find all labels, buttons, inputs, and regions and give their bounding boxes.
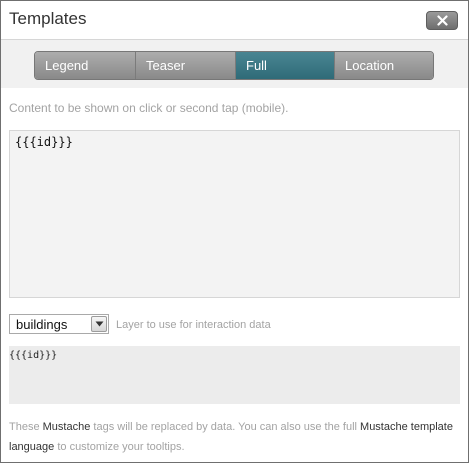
close-button[interactable]	[426, 11, 458, 30]
layer-select-arrow[interactable]	[91, 316, 107, 332]
help-text-part1: These	[9, 421, 43, 433]
layer-select-hint: Layer to use for interaction data	[116, 319, 271, 331]
content-hint: Content to be shown on click or second t…	[9, 101, 289, 115]
layer-select[interactable]: buildings	[9, 314, 109, 334]
tab-location[interactable]: Location	[335, 52, 433, 79]
chevron-down-icon	[95, 321, 104, 327]
tab-full[interactable]: Full	[236, 52, 335, 79]
help-text-part2: tags will be replaced by data. You can a…	[90, 421, 361, 433]
dialog-title: Templates	[9, 9, 87, 28]
templates-dialog: Templates Legend Teaser Full Location Co…	[0, 0, 469, 463]
mustache-link[interactable]: Mustache	[43, 421, 91, 433]
tab-bar-area: Legend Teaser Full Location	[1, 40, 468, 88]
help-text-part3: to customize your tooltips.	[54, 441, 185, 453]
help-text: These Mustache tags will be replaced by …	[9, 417, 459, 457]
tab-teaser[interactable]: Teaser	[136, 52, 236, 79]
layer-select-value: buildings	[16, 317, 68, 332]
tab-legend[interactable]: Legend	[35, 52, 136, 79]
close-icon	[437, 15, 448, 26]
template-tabs: Legend Teaser Full Location	[34, 51, 434, 80]
dialog-titlebar: Templates	[1, 1, 468, 40]
template-preview: {{{id}}}	[9, 346, 460, 404]
preview-text: {{{id}}}	[9, 350, 58, 361]
template-editor[interactable]: {{{id}}}	[9, 130, 460, 298]
